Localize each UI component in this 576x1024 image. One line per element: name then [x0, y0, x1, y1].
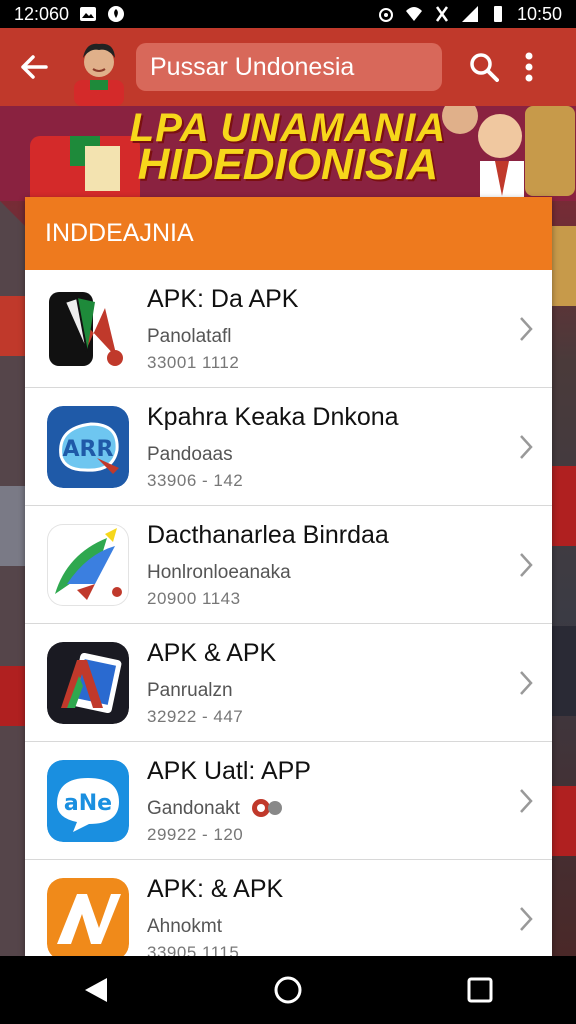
nav-recents-button[interactable] — [450, 960, 510, 1020]
app-developer: Pandoaas — [147, 443, 233, 465]
nav-home-button[interactable] — [258, 960, 318, 1020]
app-developer: Ahnokmt — [147, 915, 222, 937]
app-title: APK Uatl: APP — [147, 756, 311, 785]
search-icon — [470, 53, 499, 82]
image-icon — [80, 7, 97, 21]
chevron-right-icon — [520, 316, 533, 341]
system-nav-bar — [0, 956, 576, 1024]
data-icon — [435, 6, 448, 22]
blue-logo-app-icon: ARR — [47, 405, 129, 488]
search-input-value: Pussar Undonesia — [150, 52, 355, 81]
avatar — [74, 43, 124, 106]
app-developer: Panrualzn — [147, 679, 233, 701]
dark-tablet-app-icon — [47, 641, 129, 724]
app-meta: 33906 - 142 — [147, 470, 244, 490]
app-list-item[interactable]: ARR Kpahra Keaka Dnkona Pandoaas 33906 -… — [25, 388, 552, 506]
more-vertical-icon — [525, 52, 533, 82]
status-bar: 12:060 10:50 — [0, 0, 576, 28]
blue-speech-app-icon: aNe — [47, 759, 129, 842]
search-input[interactable]: Pussar Undonesia — [136, 43, 442, 91]
chevron-right-icon — [520, 670, 533, 695]
banner-title-line2: HIDEDIONISIA — [137, 140, 439, 189]
status-time-left: 12:060 — [14, 3, 70, 24]
wifi-icon — [405, 7, 422, 21]
app-meta: 33001 1112 — [147, 352, 240, 372]
app-bar: Pussar Undonesia — [0, 28, 576, 106]
app-meta: 32922 - 447 — [147, 706, 244, 726]
notification-icon — [108, 6, 125, 22]
overflow-menu-button[interactable] — [514, 47, 544, 87]
back-button[interactable] — [14, 47, 54, 87]
svg-text:aNe: aNe — [64, 791, 112, 816]
orange-av-app-icon — [47, 877, 129, 956]
red-flag-app-icon — [47, 287, 129, 370]
app-list-item[interactable]: Dacthanarlea Binrdaa Honlronloeanaka 209… — [25, 506, 552, 624]
chevron-right-icon — [520, 434, 533, 459]
chevron-right-icon — [520, 788, 533, 813]
app-developer-label: Gandonakt — [147, 797, 240, 819]
section-header: INDDEAJNIA — [25, 197, 552, 270]
square-recents-icon — [467, 977, 493, 1003]
app-list-item[interactable]: APK: Da APK Panolatafl 33001 1112 — [25, 270, 552, 388]
app-list-item[interactable]: APK: & APK Ahnokmt 33905 1115 — [25, 860, 552, 956]
app-list-item[interactable]: APK & APK Panrualzn 32922 - 447 — [25, 624, 552, 742]
status-time-right: 10:50 — [516, 3, 562, 24]
alarm-icon — [378, 8, 393, 22]
app-developer: Honlronloeanaka — [147, 561, 291, 583]
section-header-label: INDDEAJNIA — [45, 219, 194, 247]
arrow-left-icon — [21, 55, 48, 79]
triangle-back-icon — [85, 978, 107, 1002]
chevron-right-icon — [520, 552, 533, 577]
app-title: Dacthanarlea Binrdaa — [147, 520, 389, 549]
app-developer: Panolatafl — [147, 325, 232, 347]
app-developer: Gandonakt — [147, 798, 311, 820]
chevron-right-icon — [520, 906, 533, 931]
badge-icon — [252, 799, 283, 818]
app-meta: 29922 - 120 — [147, 824, 244, 844]
app-list-item[interactable]: aNe APK Uatl: APP Gandonakt 29922 - 120 — [25, 742, 552, 860]
colorful-bird-app-icon — [47, 523, 129, 606]
search-button[interactable] — [464, 47, 504, 87]
svg-text:ARR: ARR — [63, 437, 114, 462]
battery-icon — [493, 6, 502, 22]
circle-home-icon — [274, 976, 302, 1004]
app-title: APK & APK — [147, 638, 277, 667]
app-title: APK: Da APK — [147, 284, 299, 313]
app-title: APK: & APK — [147, 874, 284, 903]
nav-back-button[interactable] — [66, 960, 126, 1020]
signal-icon — [461, 6, 478, 22]
app-title: Kpahra Keaka Dnkona — [147, 402, 399, 431]
app-list-card: INDDEAJNIA APK: Da APK Panolatafl 33001 … — [25, 197, 552, 956]
app-meta: 33905 1115 — [147, 942, 240, 957]
app-meta: 20900 1143 — [147, 588, 241, 608]
